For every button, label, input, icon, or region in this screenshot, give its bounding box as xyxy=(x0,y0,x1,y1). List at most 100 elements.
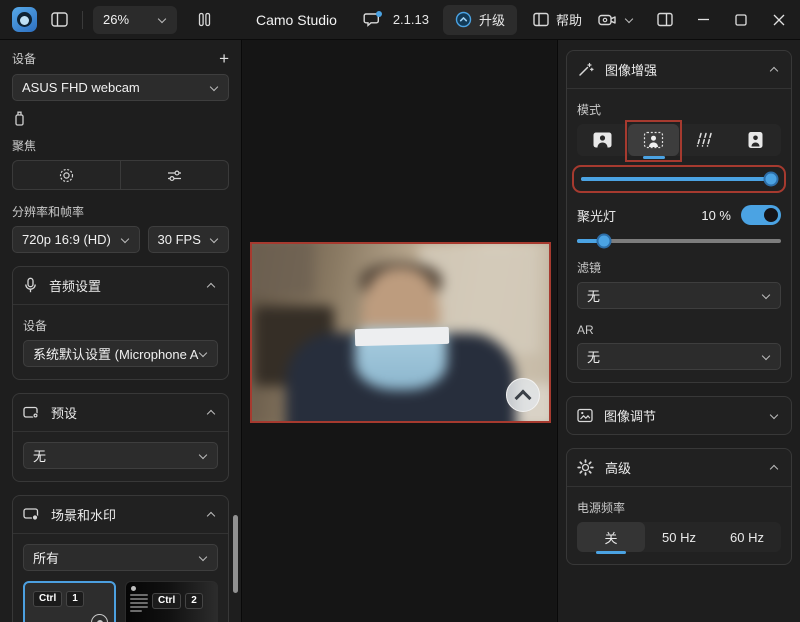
preset-icon xyxy=(23,405,40,420)
mode-badge-button[interactable] xyxy=(730,124,781,156)
enhance-mode-control xyxy=(577,120,781,162)
power-off-option[interactable]: 关 xyxy=(577,522,645,552)
upgrade-label: 升级 xyxy=(478,13,505,28)
scene-text-lines xyxy=(130,592,148,614)
audio-settings-title: 音频设置 xyxy=(49,279,102,294)
chevron-down-icon xyxy=(199,349,208,358)
chevron-down-icon xyxy=(762,352,771,361)
power-50hz-option[interactable]: 50 Hz xyxy=(645,522,713,552)
titlebar-divider xyxy=(82,10,83,29)
spotlight-toggle[interactable] xyxy=(741,205,781,225)
power-60hz-option[interactable]: 60 Hz xyxy=(713,522,781,552)
magic-wand-icon xyxy=(577,61,594,78)
image-adjust-header[interactable]: 图像调节 xyxy=(567,397,791,434)
sidebar-toggle-icon[interactable] xyxy=(51,12,68,27)
help-label: 帮助 xyxy=(555,13,582,28)
app-version: 2.1.13 xyxy=(392,12,429,27)
watermark-camera-icon xyxy=(91,614,108,622)
left-panel-scrollbar[interactable] xyxy=(233,515,238,593)
close-button[interactable] xyxy=(768,9,790,31)
autofocus-icon xyxy=(59,168,74,182)
scene-thumbnail-2[interactable]: Ctrl 2 xyxy=(125,581,218,622)
mode-label: 模式 xyxy=(577,103,602,117)
app-title: Camo Studio xyxy=(256,11,337,28)
video-preview[interactable] xyxy=(250,242,551,423)
zoom-level-dropdown[interactable]: 26% xyxy=(93,5,177,34)
resolution-dropdown[interactable]: 720p 16:9 (HD) xyxy=(12,226,140,253)
chevron-down-icon xyxy=(770,411,779,420)
image-adjust-card: 图像调节 xyxy=(566,396,792,435)
mode-portrait-dotted-icon xyxy=(643,131,664,149)
zoom-level-value: 26% xyxy=(103,12,130,27)
power-frequency-label: 电源频率 xyxy=(577,501,626,515)
fps-dropdown[interactable]: 30 FPS xyxy=(147,226,229,253)
manual-focus-icon xyxy=(168,169,181,181)
mode-blur-button[interactable] xyxy=(679,124,730,156)
chevron-down-icon xyxy=(121,235,130,244)
image-adjust-title: 图像调节 xyxy=(604,409,657,424)
mode-portrait-button[interactable] xyxy=(628,124,679,156)
resolution-value: 720p 16:9 (HD) xyxy=(22,232,111,247)
watermark-camera-icon xyxy=(506,378,540,412)
ar-value: 无 xyxy=(587,350,601,365)
autofocus-button[interactable] xyxy=(13,161,121,189)
chevron-down-icon xyxy=(762,291,771,300)
image-enhance-title: 图像增强 xyxy=(605,63,658,78)
slider-knob[interactable] xyxy=(763,171,779,187)
help-panel-icon xyxy=(533,12,549,27)
layout-panel-icon[interactable] xyxy=(654,9,676,31)
upgrade-circle-icon xyxy=(455,11,472,28)
spotlight-label: 聚光灯 xyxy=(577,208,617,224)
device-dropdown[interactable]: ASUS FHD webcam xyxy=(12,74,229,101)
audio-device-dropdown[interactable]: 系统默认设置 (Microphone Arr... xyxy=(23,340,218,367)
preview-area xyxy=(243,40,556,622)
annotation-box-slider xyxy=(572,165,786,193)
camera-select-button[interactable] xyxy=(598,12,634,28)
spotlight-value: 10 % xyxy=(701,207,731,223)
image-adjust-icon xyxy=(577,408,593,423)
slider-knob[interactable] xyxy=(596,233,612,249)
fps-value: 30 FPS xyxy=(157,232,201,247)
ar-dropdown[interactable]: 无 xyxy=(577,343,781,370)
add-device-button[interactable]: + xyxy=(219,50,229,67)
presets-header[interactable]: 预设 xyxy=(13,394,228,431)
minimize-button[interactable] xyxy=(692,9,714,31)
scenes-title: 场景和水印 xyxy=(51,508,117,523)
focus-mode-control xyxy=(12,160,229,190)
advanced-header[interactable]: 高级 xyxy=(567,449,791,486)
privacy-censor-bar xyxy=(354,326,450,347)
gear-icon xyxy=(577,459,594,476)
image-enhance-card: 图像增强 模式 聚光灯 10 % 滤镜 无 AR 无 xyxy=(566,50,792,383)
power-frequency-control: 关 50 Hz 60 Hz xyxy=(577,522,781,552)
microphone-icon xyxy=(23,277,38,294)
chevron-up-icon xyxy=(207,510,216,519)
mode-badge-icon xyxy=(748,132,763,148)
mode-standard-button[interactable] xyxy=(577,124,628,156)
focus-label: 聚焦 xyxy=(12,139,37,153)
chat-bubble-icon[interactable] xyxy=(363,10,383,29)
chevron-down-icon xyxy=(158,15,167,24)
scenes-header[interactable]: 场景和水印 xyxy=(13,496,228,533)
upgrade-button[interactable]: 升级 xyxy=(442,4,517,35)
preset-dropdown[interactable]: 无 xyxy=(23,442,218,469)
advanced-title: 高级 xyxy=(605,461,632,476)
manual-focus-button[interactable] xyxy=(121,161,228,189)
scene-thumbnail-1[interactable]: Ctrl 1 xyxy=(23,581,116,622)
pause-icon[interactable] xyxy=(197,12,212,27)
device-value: ASUS FHD webcam xyxy=(22,80,140,95)
scenes-card: 场景和水印 所有 Ctrl 1 Ctrl 2 xyxy=(12,495,229,622)
kbd-ctrl: Ctrl xyxy=(152,593,182,609)
enhance-strength-slider[interactable] xyxy=(581,171,779,187)
image-enhance-header[interactable]: 图像增强 xyxy=(567,51,791,88)
titlebar: 26% Camo Studio 2.1.13 升级 帮助 xyxy=(0,0,800,40)
maximize-button[interactable] xyxy=(730,9,752,31)
kbd-num: 1 xyxy=(66,591,84,607)
left-panel: 设备 + ASUS FHD webcam 聚焦 分辨率和帧率 720p 16:9… xyxy=(0,40,242,622)
scene-filter-dropdown[interactable]: 所有 xyxy=(23,544,218,571)
help-button[interactable]: 帮助 xyxy=(533,10,582,29)
audio-settings-card: 音频设置 设备 系统默认设置 (Microphone Arr... xyxy=(12,266,229,380)
presets-title: 预设 xyxy=(51,406,78,421)
filter-dropdown[interactable]: 无 xyxy=(577,282,781,309)
spotlight-slider[interactable] xyxy=(577,233,781,249)
audio-settings-header[interactable]: 音频设置 xyxy=(13,267,228,304)
